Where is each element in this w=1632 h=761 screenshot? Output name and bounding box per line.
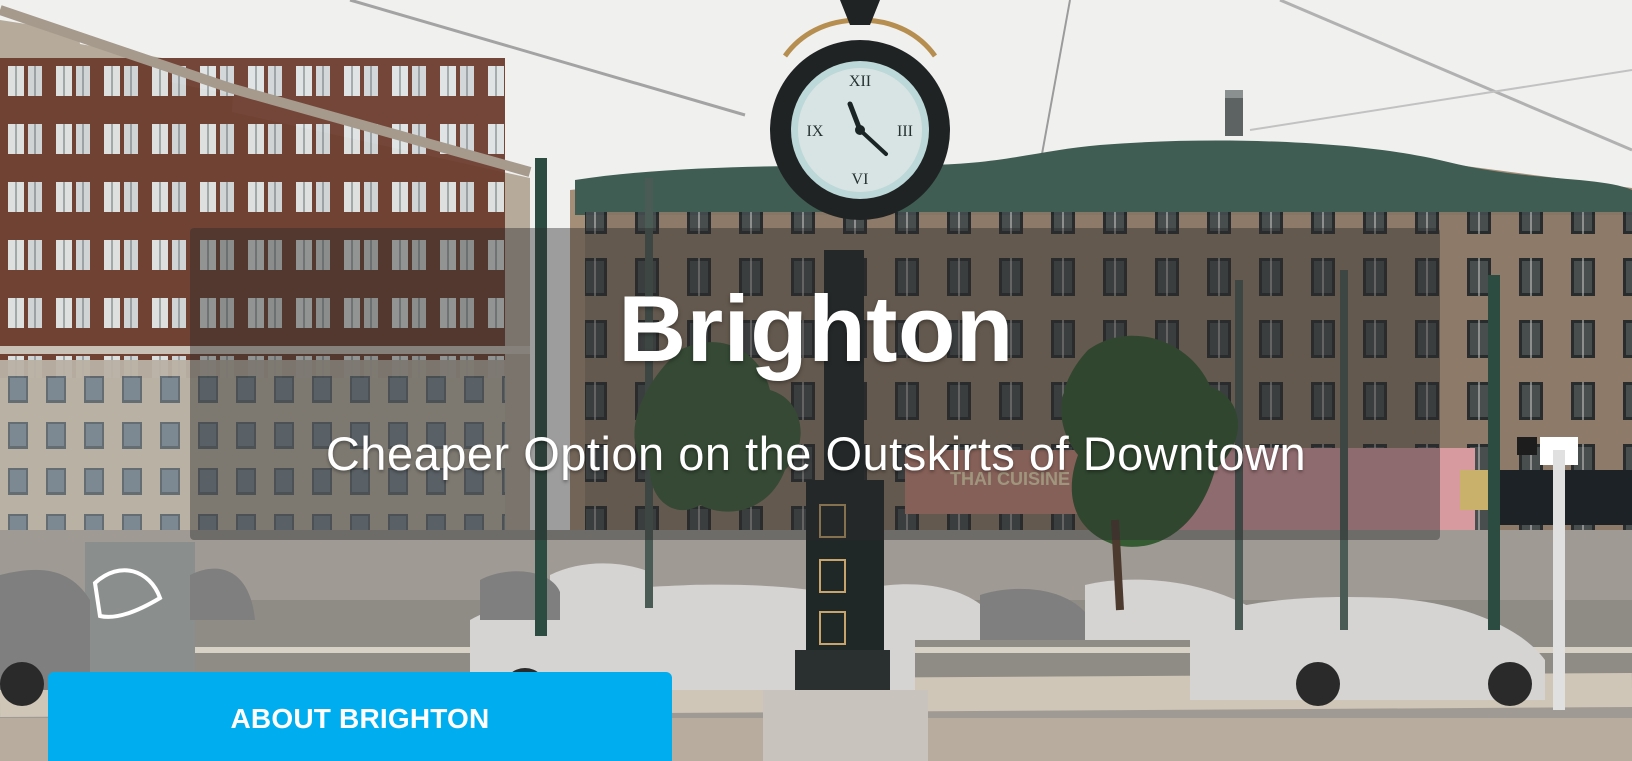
- svg-text:VI: VI: [852, 171, 869, 188]
- about-brighton-button-label: ABOUT BRIGHTON: [230, 703, 490, 734]
- svg-text:IX: IX: [807, 123, 824, 140]
- hero-subtitle: Cheaper Option on the Outskirts of Downt…: [325, 427, 1307, 480]
- hero-title: Brighton: [618, 276, 1014, 381]
- about-brighton-button[interactable]: ABOUT BRIGHTON: [48, 672, 672, 761]
- svg-text:III: III: [897, 123, 913, 140]
- hero-section: THAI CUISINE XII III VI IX Brighton Chea…: [0, 0, 1632, 761]
- hero-overlay-panel: [190, 228, 1440, 540]
- svg-text:XII: XII: [849, 73, 871, 90]
